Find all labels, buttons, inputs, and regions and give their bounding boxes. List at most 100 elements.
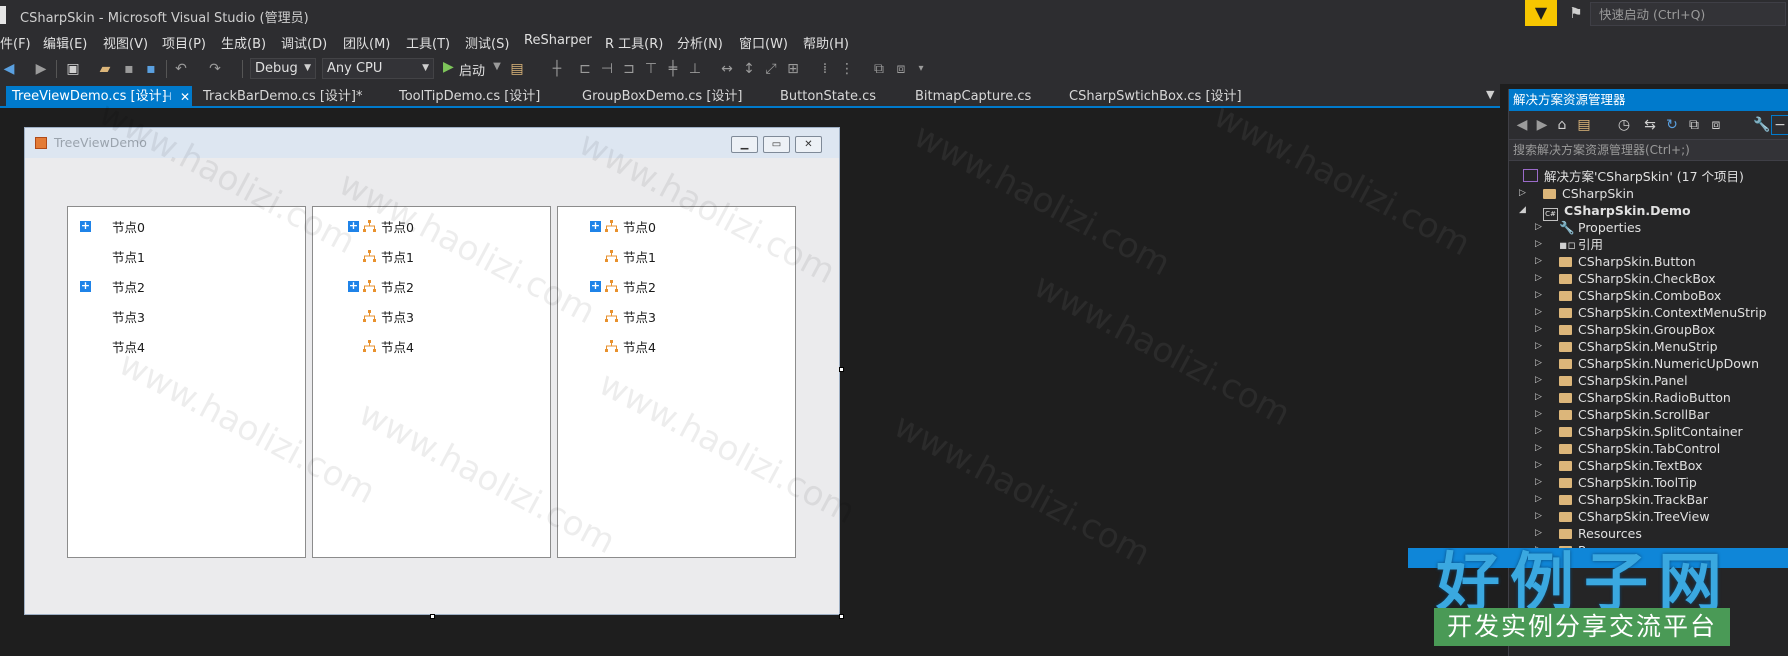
- bring-front-icon[interactable]: ⧉: [870, 60, 888, 78]
- start-button-label[interactable]: 启动: [459, 60, 485, 79]
- undo-icon[interactable]: ↶: [172, 60, 190, 78]
- folder-icon: [1559, 495, 1572, 505]
- tree-node[interactable]: 节点1: [381, 247, 414, 266]
- align-left-icon[interactable]: ⊏: [576, 60, 594, 78]
- forward-icon[interactable]: ▶: [1533, 116, 1551, 134]
- expand-plus-icon[interactable]: +: [80, 280, 91, 292]
- pending-changes-icon[interactable]: ◷: [1615, 116, 1633, 134]
- tab-trackbardemo-design[interactable]: TrackBarDemo.cs [设计]*: [203, 86, 362, 108]
- save-icon[interactable]: ▪: [120, 60, 138, 78]
- notification-filter-icon[interactable]: ▼: [1525, 0, 1557, 26]
- tree-node[interactable]: 节点4: [381, 337, 414, 356]
- close-button[interactable]: ✕: [795, 136, 822, 153]
- expand-plus-icon[interactable]: +: [590, 220, 601, 232]
- collapse-all-icon[interactable]: ⧉: [1685, 116, 1703, 134]
- feedback-icon[interactable]: ⚑: [1566, 4, 1586, 24]
- quick-launch-input[interactable]: 快速启动 (Ctrl+Q): [1590, 2, 1786, 26]
- menu-r-tools[interactable]: R 工具(R): [605, 33, 663, 52]
- spacing-icon[interactable]: ⁞: [816, 60, 834, 78]
- tree-node[interactable]: 节点4: [623, 337, 656, 356]
- solution-explorer-search[interactable]: 搜索解决方案资源管理器(Ctrl+;): [1509, 139, 1788, 161]
- tree-node[interactable]: 节点1: [623, 247, 656, 266]
- toolbar-overflow-icon[interactable]: ▾: [912, 60, 930, 78]
- snap-grid-icon[interactable]: ⊞: [784, 60, 802, 78]
- menu-build[interactable]: 生成(B): [221, 33, 266, 52]
- resize-handle-corner[interactable]: [839, 614, 844, 619]
- home-icon[interactable]: ⌂: [1553, 116, 1571, 134]
- tree-node[interactable]: 节点2: [112, 277, 145, 296]
- solution-config-select[interactable]: Debug ▼: [250, 58, 316, 79]
- show-all-files-icon[interactable]: ⧈: [1707, 116, 1725, 134]
- save-all-icon[interactable]: ▪: [142, 60, 160, 78]
- forward-icon[interactable]: ▶: [32, 60, 50, 78]
- find-in-files-icon[interactable]: ▤: [508, 60, 526, 78]
- menu-edit[interactable]: 编辑(E): [43, 33, 87, 52]
- collapse-arrow-icon[interactable]: ◢: [1519, 201, 1526, 220]
- open-file-icon[interactable]: ▰: [96, 60, 114, 78]
- menu-project[interactable]: 项目(P): [162, 33, 206, 52]
- tree-node[interactable]: 节点3: [623, 307, 656, 326]
- tree-node[interactable]: 节点3: [112, 307, 145, 326]
- menu-window[interactable]: 窗口(W): [739, 33, 788, 52]
- expand-plus-icon[interactable]: +: [590, 280, 601, 292]
- new-project-icon[interactable]: ▣: [64, 60, 82, 78]
- redo-icon[interactable]: ↷: [206, 60, 224, 78]
- tab-buttonstate[interactable]: ButtonState.cs: [780, 86, 876, 108]
- form-treeviewdemo[interactable]: TreeViewDemo ▁ ▭ ✕ + 节点0 节点1 + 节点2 节点3 节…: [24, 94, 862, 615]
- tab-bitmapcapture[interactable]: BitmapCapture.cs: [915, 86, 1031, 108]
- folder-icon: [1559, 359, 1572, 369]
- sync-icon[interactable]: ⇆: [1641, 116, 1659, 134]
- tree-node[interactable]: 节点2: [623, 277, 656, 296]
- tab-csharpswtichbox-design[interactable]: CSharpSwtichBox.cs [设计]: [1069, 86, 1242, 108]
- start-play-icon[interactable]: ▶: [443, 59, 454, 75]
- menu-test[interactable]: 测试(S): [465, 33, 509, 52]
- tree-node[interactable]: 节点0: [112, 217, 145, 236]
- tab-overflow-icon[interactable]: ▼: [1486, 88, 1494, 101]
- menu-tools[interactable]: 工具(T): [406, 33, 450, 52]
- tree-node[interactable]: 节点0: [623, 217, 656, 236]
- tree-node[interactable]: 节点3: [381, 307, 414, 326]
- menu-team[interactable]: 团队(M): [343, 33, 390, 52]
- resize-handle-right[interactable]: [839, 367, 844, 372]
- align-top-icon[interactable]: ⊤: [642, 60, 660, 78]
- start-dropdown-icon[interactable]: ▼: [488, 58, 506, 76]
- menu-view[interactable]: 视图(V): [103, 33, 148, 52]
- center-horizontal-icon[interactable]: ⋮: [838, 60, 856, 78]
- tab-tooltipdemo-design[interactable]: ToolTipDemo.cs [设计]: [399, 86, 540, 108]
- align-middle-icon[interactable]: ╪: [664, 60, 682, 78]
- properties-icon[interactable]: 🔧: [1753, 116, 1771, 134]
- align-right-icon[interactable]: ⊐: [620, 60, 638, 78]
- expand-plus-icon[interactable]: +: [80, 220, 91, 232]
- maximize-button[interactable]: ▭: [763, 136, 790, 153]
- solution-platform-select[interactable]: Any CPU ▼: [322, 58, 434, 79]
- tab-groupboxdemo-design[interactable]: GroupBoxDemo.cs [设计]: [582, 86, 742, 108]
- align-center-icon[interactable]: ⊣: [598, 60, 616, 78]
- folder-icon: [1559, 444, 1572, 454]
- expand-plus-icon[interactable]: +: [348, 280, 359, 292]
- back-icon[interactable]: ◀: [1513, 116, 1531, 134]
- same-height-icon[interactable]: ↕: [740, 60, 758, 78]
- tree-node[interactable]: 节点2: [381, 277, 414, 296]
- layout-align-icon[interactable]: ┼: [548, 60, 566, 78]
- menu-file[interactable]: 件(F): [0, 33, 31, 52]
- align-bottom-icon[interactable]: ⊥: [686, 60, 704, 78]
- menu-analyze[interactable]: 分析(N): [677, 33, 723, 52]
- menu-debug[interactable]: 调试(D): [281, 33, 327, 52]
- tab-treeviewdemo-design[interactable]: TreeViewDemo.cs [设计] ⊣ ✕: [6, 86, 192, 108]
- send-back-icon[interactable]: ⧈: [892, 60, 910, 78]
- folder-icon: [1559, 257, 1572, 267]
- back-icon[interactable]: ◀: [0, 60, 18, 78]
- preview-icon[interactable]: −: [1771, 115, 1788, 135]
- same-width-icon[interactable]: ↔: [718, 60, 736, 78]
- switch-views-icon[interactable]: ▤: [1575, 116, 1593, 134]
- refresh-icon[interactable]: ↻: [1663, 116, 1681, 134]
- same-size-icon[interactable]: ⤢: [762, 60, 780, 78]
- resize-handle-bottom[interactable]: [430, 614, 435, 619]
- tree-node[interactable]: 节点1: [112, 247, 145, 266]
- close-icon[interactable]: ✕: [180, 86, 190, 108]
- menu-help[interactable]: 帮助(H): [803, 33, 849, 52]
- folder-icon: [1559, 325, 1572, 335]
- menu-resharper[interactable]: ReSharper: [524, 33, 592, 48]
- minimize-button[interactable]: ▁: [731, 136, 758, 153]
- pin-icon[interactable]: ⊣: [162, 86, 172, 108]
